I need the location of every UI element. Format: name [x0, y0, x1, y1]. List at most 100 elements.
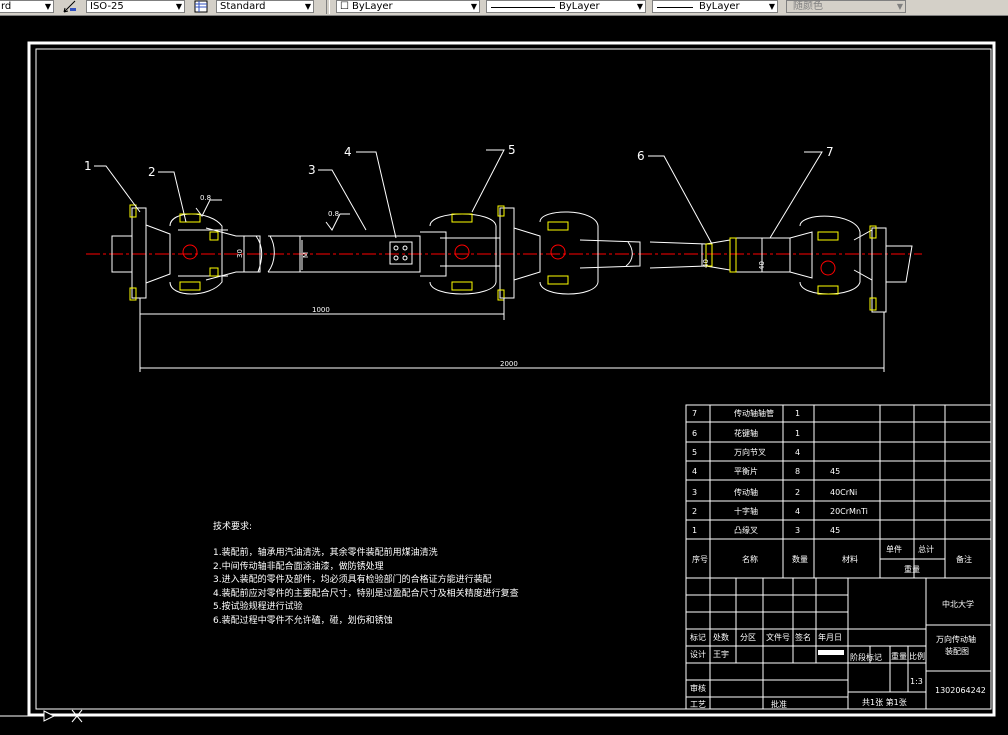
plot-style-value: 随颜色 [793, 1, 823, 12]
label-count: 处数 [713, 632, 729, 642]
drawing-name-2: 装配图 [945, 646, 969, 656]
dim-40b: 40 [758, 261, 766, 270]
bom-header-no: 序号 [692, 554, 708, 564]
balloon-labels: 1 2 3 4 5 6 7 [84, 143, 834, 179]
color-dropdown[interactable]: ☐ ByLayer ▼ [336, 0, 480, 13]
balloon-7: 7 [826, 145, 834, 159]
bom-cell-name: 万向节叉 [734, 447, 766, 457]
bom-cell-no: 3 [692, 488, 697, 497]
bom-header-weight: 重量 [904, 564, 920, 574]
balloon-5: 5 [508, 143, 516, 157]
dim-style-icon[interactable] [63, 0, 77, 13]
properties-toolbar: rd ▼ ISO-25 ▼ Standard ▼ ☐ ByLayer ▼ ByL… [0, 0, 1008, 16]
chevron-down-icon: ▼ [175, 2, 182, 11]
balloon-4: 4 [344, 145, 352, 159]
sheet-count: 共1张 第1张 [862, 697, 907, 707]
drawing-name-1: 万向传动轴 [936, 634, 976, 644]
drawing-canvas[interactable]: 1 2 3 4 5 6 7 0.8 0.8 1000 2000 30 M 40 … [0, 16, 1008, 735]
bom-cell-no: 5 [692, 448, 697, 457]
bom-cell-qty: 4 [795, 507, 800, 516]
bom-cell-qty: 1 [795, 429, 800, 438]
requirement-item: 2.中间传动轴非配合面涂油漆，做防锈处理 [213, 562, 384, 572]
requirement-item: 5.按试验规程进行试验 [213, 602, 303, 612]
color-value: ByLayer [352, 1, 393, 12]
chevron-down-icon: ▼ [470, 2, 477, 11]
bom-cell-material: 45 [830, 467, 840, 476]
bom-cell-qty: 4 [795, 448, 800, 457]
label-stage: 阶段标记 [850, 652, 882, 662]
label-ratio: 比例 [909, 651, 925, 661]
label-process: 工艺 [690, 700, 706, 709]
balloon-6: 6 [637, 149, 645, 163]
label-weight: 重量 [891, 651, 907, 661]
bom-cell-name: 十字轴 [734, 506, 758, 516]
bom-grid [685, 404, 992, 710]
dim-1000: 1000 [312, 306, 330, 314]
chevron-down-icon: ▼ [44, 2, 51, 11]
bom-cell-no: 6 [692, 429, 697, 438]
color-swatch-icon: ☐ [340, 1, 349, 12]
label-date: 年月日 [818, 632, 842, 642]
bom-cell-no: 7 [692, 409, 697, 418]
bom-cell-no: 1 [692, 526, 697, 535]
lineweight-dropdown[interactable]: ByLayer ▼ [652, 0, 778, 13]
surface-finish-2: 0.8 [328, 210, 339, 218]
chevron-down-icon: ▼ [636, 2, 643, 11]
dim-shaft: M [302, 252, 310, 258]
lineweight-preview [657, 7, 693, 8]
bom-header-total: 总计 [918, 544, 934, 554]
dimension-lines [139, 236, 885, 372]
linetype-value: ByLayer [559, 1, 600, 12]
drawing-number: 1302064242 [935, 686, 986, 695]
lineweight-value: ByLayer [699, 1, 740, 12]
text-style-dropdown[interactable]: rd ▼ [0, 0, 54, 13]
bom-header-name: 名称 [742, 554, 758, 564]
label-sign: 签名 [795, 632, 811, 642]
requirement-item: 3.进入装配的零件及部件，均必须具有检验部门的合格证方能进行装配 [213, 575, 492, 585]
bom-cell-material: 20CrMnTi [830, 507, 868, 516]
plot-style-dropdown[interactable]: 随颜色 ▼ [786, 0, 906, 13]
bom-cell-name: 凸缘叉 [734, 525, 758, 535]
label-review: 审核 [690, 683, 706, 693]
bom-cell-no: 4 [692, 467, 697, 476]
balloon-1: 1 [84, 159, 92, 173]
surface-finish-symbols [195, 199, 350, 231]
dim-style-dropdown[interactable]: ISO-25 ▼ [86, 0, 185, 13]
bom-cell-qty: 8 [795, 467, 800, 476]
driveshaft-assembly [111, 204, 913, 313]
bom-header-material: 材料 [842, 554, 858, 564]
dim-30: 30 [236, 249, 244, 258]
table-style-dropdown[interactable]: Standard ▼ [216, 0, 314, 13]
bom-cell-qty: 2 [795, 488, 800, 497]
bom-cell-qty: 3 [795, 526, 800, 535]
drawing-scale: 1:3 [910, 677, 923, 686]
bom-header-unit: 单件 [886, 544, 902, 554]
text-style-value: rd [1, 1, 12, 12]
bom-cell-material: 45 [830, 526, 840, 535]
requirement-item: 1.装配前，轴承用汽油清洗，其余零件装配前用煤油清洗 [213, 548, 438, 558]
date-fill-bar [818, 650, 844, 655]
label-mark: 标记 [690, 632, 706, 642]
toolbar-separator [326, 0, 330, 14]
bom-cell-no: 2 [692, 507, 697, 516]
bom-header-remarks: 备注 [956, 554, 972, 564]
balloon-2: 2 [148, 165, 156, 179]
bom-cell-name: 传动轴 [734, 487, 758, 497]
bom-cell-qty: 1 [795, 409, 800, 418]
label-zone: 分区 [740, 633, 756, 642]
surface-finish-1: 0.8 [200, 194, 211, 202]
bom-header-qty: 数量 [792, 554, 808, 564]
table-style-icon[interactable] [194, 0, 208, 13]
bom-cell-name: 花键轴 [734, 428, 758, 438]
requirements-title: 技术要求: [213, 522, 253, 532]
bom-rows: 7 传动轴轴管 1 6 花键轴 1 5 万向节叉 4 4 平衡片 8 45 3 传动轴 2 40CrNi 2 十字轴… [692, 408, 868, 535]
designer-name: 王宇 [713, 649, 729, 659]
label-doc: 文件号 [766, 632, 790, 642]
balloon-3: 3 [308, 163, 316, 177]
chevron-down-icon: ▼ [896, 2, 903, 11]
linetype-dropdown[interactable]: ByLayer ▼ [486, 0, 646, 13]
chevron-down-icon: ▼ [768, 2, 775, 11]
table-style-value: Standard [220, 1, 266, 12]
bom-cell-name: 传动轴轴管 [734, 408, 774, 418]
requirement-item: 6.装配过程中零件不允许磕，碰，划伤和锈蚀 [213, 616, 393, 626]
